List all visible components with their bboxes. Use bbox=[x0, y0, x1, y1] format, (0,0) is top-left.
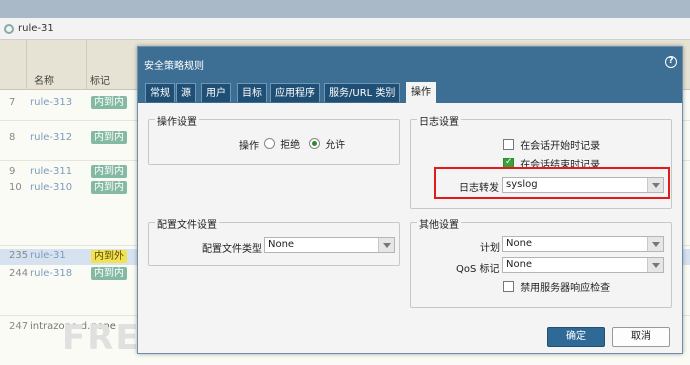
row-number: 9 bbox=[9, 166, 16, 177]
radio-deny-control[interactable] bbox=[264, 138, 275, 149]
row-number: 247 bbox=[9, 321, 29, 332]
dialog-tab-bar: 常规 源 用户 目标 应用程序 服务/URL 类别 操作 bbox=[138, 77, 682, 103]
log-start-label: 在会话开始时记录 bbox=[520, 141, 601, 152]
radio-deny-label: 拒绝 bbox=[280, 140, 301, 151]
tag-badge: 内到内 bbox=[91, 96, 127, 109]
column-separator bbox=[26, 40, 27, 90]
dialog-title: 安全策略规则 bbox=[138, 47, 682, 77]
action-settings-title: 操作设置 bbox=[155, 113, 199, 128]
schedule-value: None bbox=[506, 238, 533, 249]
search-icon bbox=[4, 23, 14, 34]
tag-badge: 内到内 bbox=[91, 131, 127, 144]
rule-name-link[interactable]: rule-312 bbox=[30, 132, 72, 143]
profile-type-label: 配置文件类型 bbox=[202, 244, 262, 255]
other-settings-title: 其他设置 bbox=[417, 216, 461, 231]
tab-actions[interactable]: 操作 bbox=[406, 82, 436, 103]
rule-name-link[interactable]: rule-311 bbox=[30, 166, 72, 177]
chevron-down-icon[interactable] bbox=[647, 237, 663, 251]
profile-type-select[interactable]: None bbox=[264, 237, 395, 253]
rule-name-link[interactable]: rule-31 bbox=[30, 250, 66, 261]
row-number: 244 bbox=[9, 268, 29, 279]
disable-server-response-inspection-option[interactable]: 禁用服务器响应检查 bbox=[503, 279, 610, 294]
qos-marking-label: QoS 标记 bbox=[456, 264, 500, 275]
tag-badge: 内到内 bbox=[91, 267, 127, 280]
schedule-select[interactable]: None bbox=[502, 236, 664, 252]
radio-allow[interactable]: 允许 bbox=[309, 136, 345, 151]
tab-user[interactable]: 用户 bbox=[201, 83, 231, 102]
rule-name-link[interactable]: rule-310 bbox=[30, 182, 72, 193]
row-number: 8 bbox=[9, 132, 16, 143]
other-settings-group: 其他设置 计划 None QoS 标记 None 禁用服务器响应检查 bbox=[410, 216, 672, 308]
qos-marking-select[interactable]: None bbox=[502, 257, 664, 273]
security-policy-rule-dialog: 安全策略规则 ? 常规 源 用户 目标 应用程序 服务/URL 类别 操作 操作… bbox=[137, 46, 683, 354]
log-at-session-start-option[interactable]: 在会话开始时记录 bbox=[503, 137, 600, 152]
cancel-button[interactable]: 取消 bbox=[612, 327, 670, 347]
rule-name-link[interactable]: rule-313 bbox=[30, 97, 72, 108]
action-settings-group: 操作设置 操作 拒绝 允许 bbox=[148, 113, 400, 165]
schedule-label: 计划 bbox=[480, 243, 500, 254]
radio-deny[interactable]: 拒绝 bbox=[264, 136, 300, 151]
app-header-band bbox=[0, 0, 690, 18]
chevron-down-icon[interactable] bbox=[378, 238, 394, 252]
action-label: 操作 bbox=[239, 141, 259, 152]
filter-bar[interactable]: rule-31 bbox=[0, 18, 690, 40]
row-number: 10 bbox=[9, 182, 22, 193]
annotation-highlight-box bbox=[434, 167, 670, 199]
disable-inspection-checkbox[interactable] bbox=[503, 281, 514, 292]
row-number: 7 bbox=[9, 97, 16, 108]
column-header-name[interactable]: 名称 bbox=[34, 72, 54, 87]
tab-destination[interactable]: 目标 bbox=[237, 83, 267, 102]
profile-settings-title: 配置文件设置 bbox=[155, 216, 219, 231]
row-number: 235 bbox=[9, 250, 29, 261]
ok-button[interactable]: 确定 bbox=[547, 327, 605, 347]
disable-inspection-label: 禁用服务器响应检查 bbox=[520, 283, 611, 294]
qos-marking-value: None bbox=[506, 259, 533, 270]
tab-service-url[interactable]: 服务/URL 类别 bbox=[324, 83, 401, 102]
tab-general[interactable]: 常规 bbox=[145, 83, 175, 102]
rule-name-link[interactable]: rule-318 bbox=[30, 268, 72, 279]
profile-settings-group: 配置文件设置 配置文件类型 None bbox=[148, 216, 400, 266]
chevron-down-icon[interactable] bbox=[647, 258, 663, 272]
column-separator bbox=[86, 40, 87, 90]
tag-badge: 内到外 bbox=[91, 250, 127, 263]
tab-application[interactable]: 应用程序 bbox=[270, 83, 320, 102]
tag-badge: 内到内 bbox=[91, 165, 127, 178]
filter-input[interactable]: rule-31 bbox=[18, 23, 54, 34]
profile-type-value: None bbox=[268, 239, 295, 250]
help-icon[interactable]: ? bbox=[665, 56, 677, 68]
tab-source[interactable]: 源 bbox=[176, 83, 196, 102]
log-settings-title: 日志设置 bbox=[417, 113, 461, 128]
log-start-checkbox[interactable] bbox=[503, 139, 514, 150]
column-header-tag[interactable]: 标记 bbox=[90, 72, 110, 87]
tag-badge: 内到内 bbox=[91, 181, 127, 194]
radio-allow-label: 允许 bbox=[325, 140, 346, 151]
radio-allow-control[interactable] bbox=[309, 138, 320, 149]
